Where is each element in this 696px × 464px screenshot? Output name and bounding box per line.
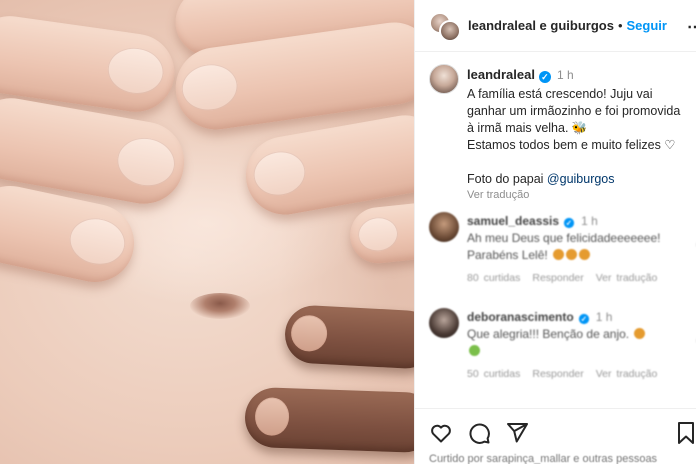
share-icon[interactable] [505,421,529,445]
see-translation-link[interactable]: Ver tradução [467,189,695,201]
collab-avatars[interactable] [429,12,461,42]
caption-username[interactable]: leandraleal [467,67,535,82]
comment-body: deboranascimento ✓ 1 h Que alegria!!! Benç… [467,308,677,380]
finger-child-1 [283,304,414,370]
likes-summary[interactable]: Curtido por sarapinça_mallar e outras pe… [429,453,657,464]
comment-line [467,343,677,360]
see-translation-link[interactable]: Ver tradução [596,368,658,380]
verified-badge-icon: ✓ [578,313,589,325]
fingernail [290,314,329,353]
post-actions: Curtido por sarapinça_mallar e outras pe… [415,408,696,464]
comment-meta: 50 curtidas Responder Ver tradução [467,368,677,380]
navel [190,293,250,319]
post-photo[interactable] [0,0,414,464]
caption-text: A família está crescendo! Juju vai ganha… [467,86,695,154]
fingernail [113,133,179,191]
comment-username[interactable]: deboranascimento [467,310,574,324]
comment-line: Que alegria!!! Benção de anjo. [467,326,677,343]
comment-text: Que alegria!!! Benção de anjo. [467,326,677,360]
comment-likes[interactable]: 50 curtidas [467,368,520,380]
fingernail [254,397,290,437]
caption-line: à irmã mais velha. 🐝 [467,121,588,135]
avatar[interactable] [429,308,459,338]
comment-line-text: Que alegria!!! Benção de anjo. [467,327,630,341]
comment-likes[interactable]: 80 curtidas [467,272,520,284]
caption-line: Estamos todos bem e muito felizes ♡ [467,138,676,152]
post-authors: leandraleal e guiburgos • Seguir [468,18,667,33]
separator: • [617,18,623,33]
caption-credit: Foto do papai @guiburgos [467,171,695,188]
comment-body: samuel_deassis ✓ 1 h Ah meu Deus que felic… [467,212,677,284]
emoji-icon [566,249,578,260]
caption-time[interactable]: 1 h [557,68,574,82]
fingernail [178,60,241,115]
caption-line: ganhar um irmãozinho e foi promovida [467,104,681,118]
comment-icon[interactable] [467,421,491,445]
emoji-icon [634,328,646,339]
see-translation-link[interactable]: Ver tradução [596,272,658,284]
verified-badge-icon: ✓ [563,217,575,229]
follow-button[interactable]: Seguir [627,18,667,33]
post-sidebar: leandraleal e guiburgos • Seguir ⋯ leandra… [414,0,696,464]
heart-icon[interactable] [429,421,453,445]
mention-link[interactable]: @guiburgos [547,172,615,186]
fingernail [104,44,167,98]
comment-time: 1 h [581,214,598,228]
comment-meta: 80 curtidas Responder Ver tradução [467,272,677,284]
comment-text: Ah meu Deus que felicidadeeeeeee! Parabé… [467,230,677,264]
avatar[interactable] [439,20,461,42]
reply-button[interactable]: Responder [532,368,583,380]
emoji-icon [553,249,565,260]
comment-time: 1 h [595,310,613,324]
avatar[interactable] [429,212,459,242]
caption-line: A família está crescendo! Juju vai [467,87,653,101]
emoji-icon [579,249,591,260]
authors-link[interactable]: leandraleal e guiburgos [468,18,614,33]
fingernail [65,213,130,270]
emoji-icon [469,345,480,356]
post-header: leandraleal e guiburgos • Seguir ⋯ [415,0,696,52]
credit-prefix: Foto do papai [467,172,547,186]
bookmark-icon[interactable] [677,421,695,445]
comment-username[interactable]: samuel_deassis [467,214,559,228]
comment-line: Parabéns Lelê! [467,247,677,264]
fingernail [250,147,309,200]
finger-child-2 [244,386,414,454]
avatar[interactable] [429,64,459,94]
caption-body: leandraleal ✓ 1 h A família está crescendo… [467,66,695,201]
reply-button[interactable]: Responder [532,272,583,284]
fingernail [356,215,400,254]
verified-badge-icon: ✓ [538,71,551,83]
comment-line: Ah meu Deus que felicidadeeeeeee! [467,231,661,245]
more-horizontal-icon[interactable]: ⋯ [687,17,696,37]
comment-line-text: Parabéns Lelê! [467,248,548,262]
